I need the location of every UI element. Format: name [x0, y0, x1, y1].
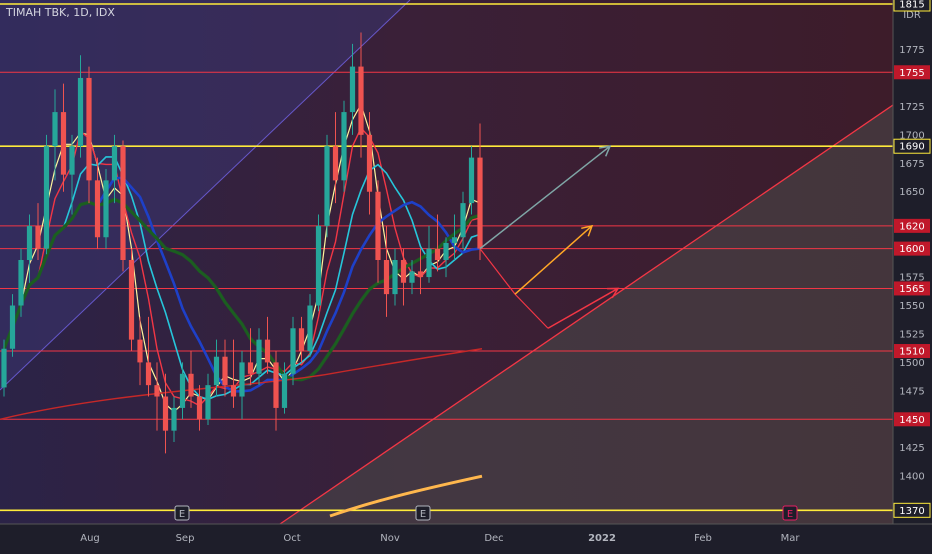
- candle-body: [128, 260, 135, 340]
- candle-body: [239, 362, 245, 397]
- candle-body: [230, 385, 237, 397]
- x-tick-label: 2022: [588, 533, 616, 544]
- candle-body: [468, 157, 475, 204]
- level-badge-text: 1450: [899, 415, 924, 426]
- candle-body: [358, 66, 364, 135]
- x-tick-label: Aug: [80, 533, 100, 544]
- candle-body: [281, 373, 288, 408]
- candle-body: [60, 112, 67, 175]
- candle-body: [18, 260, 24, 306]
- candle-body: [247, 362, 254, 374]
- x-tick-label: Nov: [380, 533, 400, 544]
- candle-body: [52, 112, 58, 147]
- candle-body: [162, 396, 169, 431]
- candle-body: [103, 180, 109, 238]
- candle-body: [43, 146, 50, 249]
- candle-body: [26, 225, 33, 260]
- y-tick-label: 1500: [899, 358, 924, 369]
- event-marker-label: E: [420, 509, 426, 520]
- x-tick-label: Feb: [694, 533, 712, 544]
- y-tick-label: 1725: [899, 102, 924, 113]
- candle-body: [443, 242, 449, 260]
- candle-body: [366, 134, 373, 192]
- candle-body: [341, 112, 347, 181]
- candle-body: [451, 237, 458, 243]
- currency-label: IDR: [903, 10, 921, 21]
- event-marker-label: E: [179, 509, 185, 520]
- x-tick-label: Sep: [176, 533, 195, 544]
- candle-body: [222, 356, 228, 386]
- candle-body: [434, 248, 441, 260]
- x-tick-label: Mar: [781, 533, 801, 544]
- candle-body: [383, 260, 390, 295]
- candle-body: [86, 77, 92, 181]
- candle-body: [349, 66, 356, 113]
- symbol-legend[interactable]: TIMAH TBK, 1D, IDX: [6, 6, 115, 19]
- candle-body: [137, 339, 143, 363]
- candle-body: [111, 146, 118, 181]
- candle-body: [154, 385, 160, 397]
- candle-body: [477, 157, 483, 249]
- chart-window: IDR 1775 1725 1700 1675 1650 1575 1550 1525 1500 1…: [0, 0, 932, 550]
- candle-body: [196, 396, 203, 420]
- y-tick-label: 1775: [899, 45, 924, 56]
- candle-body: [264, 339, 271, 363]
- y-tick-label: 1475: [899, 386, 924, 397]
- candle-body: [273, 362, 279, 408]
- candle-body: [9, 305, 16, 349]
- candle-body: [145, 362, 152, 386]
- candle-body: [324, 146, 330, 226]
- candle-body: [77, 77, 84, 147]
- candle-body: [417, 271, 424, 278]
- candle-body: [426, 248, 432, 278]
- candle-body: [392, 260, 398, 295]
- candle-body: [332, 146, 339, 181]
- level-badge-text: 1690: [899, 142, 924, 153]
- candle-body: [298, 328, 305, 352]
- symbol-title: TIMAH TBK, 1D, IDX: [6, 6, 115, 19]
- level-badge-text: 1755: [899, 68, 924, 79]
- candle-body: [409, 271, 415, 283]
- candle-body: [120, 146, 126, 260]
- candle-body: [171, 407, 177, 431]
- candle-body: [307, 305, 313, 352]
- y-tick-label: 1425: [899, 443, 924, 454]
- candle-body: [205, 385, 211, 420]
- candle-body: [400, 260, 407, 283]
- candle-body: [460, 203, 466, 238]
- level-badge-text: 1815: [899, 0, 924, 11]
- candle-body: [315, 225, 322, 306]
- level-badge-text: 1370: [899, 506, 924, 517]
- level-badge-text: 1565: [899, 284, 924, 295]
- y-tick-label: 1650: [899, 187, 924, 198]
- y-tick-label: 1525: [899, 329, 924, 340]
- candle-body: [256, 339, 262, 374]
- candle-body: [213, 356, 220, 386]
- x-tick-label: Dec: [484, 533, 503, 544]
- candle-body: [179, 373, 186, 408]
- level-badge-text: 1600: [899, 244, 924, 255]
- y-tick-label: 1400: [899, 472, 924, 483]
- level-badge-text: 1620: [899, 221, 924, 232]
- candle-body: [1, 348, 7, 388]
- candle-body: [188, 373, 194, 397]
- price-chart[interactable]: IDR1775172517001675165015751550152515001…: [0, 0, 932, 550]
- candle-body: [375, 191, 381, 260]
- level-badge-text: 1510: [899, 347, 924, 358]
- y-tick-label: 1550: [899, 301, 924, 312]
- candle-body: [94, 180, 101, 238]
- candle-body: [290, 328, 296, 374]
- x-tick-label: Oct: [283, 533, 300, 544]
- event-marker-label: E: [787, 509, 793, 520]
- y-tick-label: 1675: [899, 159, 924, 170]
- candle-body: [35, 225, 41, 249]
- candle-body: [69, 146, 75, 175]
